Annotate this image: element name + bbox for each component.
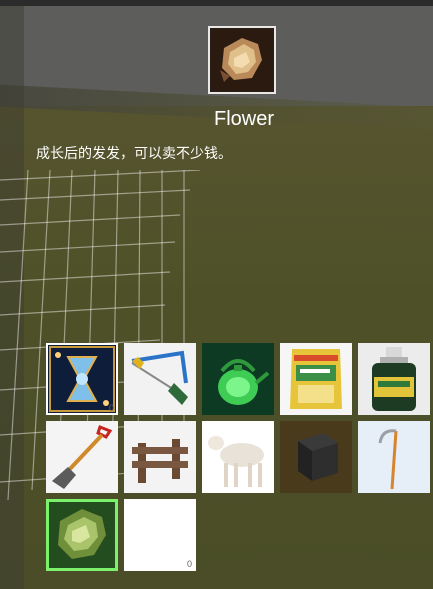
flower-seed-icon [212,30,272,90]
hacksaw-icon [124,343,196,415]
inventory-slot-flower[interactable] [46,499,118,571]
shovel-icon [46,421,118,493]
inventory-slot-hourglass[interactable]: 0 [46,343,118,415]
tooltip-title: Flower [213,108,274,130]
inventory-slot-empty[interactable]: 0 [124,499,196,571]
slot-count: 0 [186,559,192,569]
dark-cube-icon [280,421,352,493]
inventory-slot-kettle[interactable] [202,343,274,415]
tooltip-description: 成长后的发发，可以卖不少钱。 [36,146,232,162]
kettle-icon [202,343,274,415]
inventory-slot-hacksaw[interactable] [124,343,196,415]
tooltip-item-icon [208,26,276,94]
inventory-slot-fertilizer[interactable] [280,343,352,415]
scythe-icon [358,421,430,493]
inventory-slot-cube[interactable] [280,421,352,493]
inventory-slot-shovel[interactable] [46,421,118,493]
wooden-fence-icon [124,421,196,493]
inventory-slot-scythe[interactable] [358,421,430,493]
pesticide-bottle-icon [358,343,430,415]
fertilizer-bag-icon [280,343,352,415]
slot-count: 0 [108,403,114,413]
sheep-icon [202,421,274,493]
inventory-slot-sheep[interactable] [202,421,274,493]
inventory-slot-pesticide[interactable] [358,343,430,415]
flower-seed-icon [46,499,118,571]
hourglass-icon [46,343,118,415]
inventory-slot-fence[interactable] [124,421,196,493]
